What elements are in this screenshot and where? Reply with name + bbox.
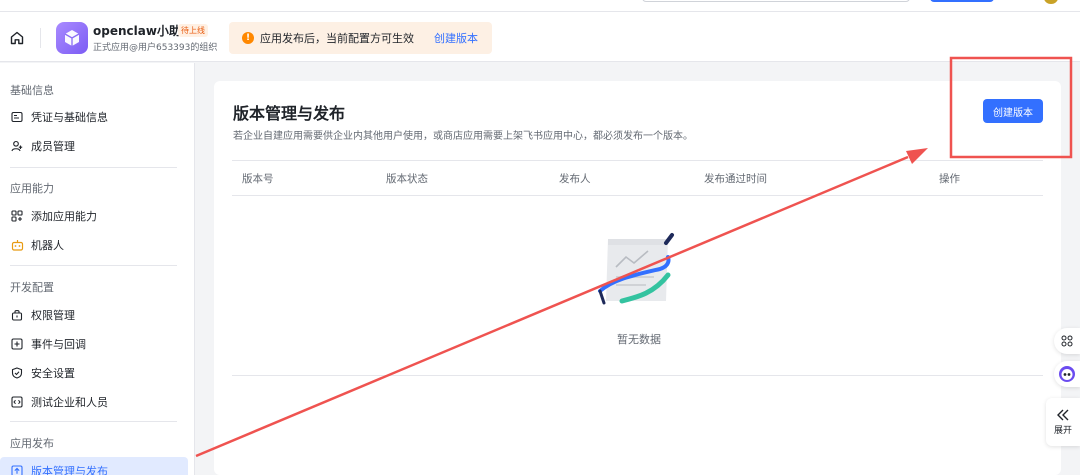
header-divider: [40, 28, 41, 48]
expand-label: 展开: [1053, 425, 1072, 436]
sidebar-divider: [10, 265, 177, 266]
status-badge: 待上线: [178, 24, 208, 37]
upload-icon: [10, 464, 24, 475]
sidebar-item-label: 凭证与基础信息: [31, 111, 108, 124]
member-icon: [10, 139, 24, 153]
event-icon: [10, 337, 24, 351]
sidebar-section-title: 基础信息: [10, 84, 54, 97]
column-header-publisher: 发布人: [559, 173, 591, 185]
sidebar: 基础信息 凭证与基础信息 成员管理 应用能力 添加应用能力 机器人 开发配置 权…: [0, 63, 195, 475]
sidebar-item-label: 测试企业和人员: [31, 396, 108, 409]
sidebar-item-permissions[interactable]: 权限管理: [0, 301, 188, 329]
sidebar-item-members[interactable]: 成员管理: [0, 132, 188, 160]
sidebar-item-label: 权限管理: [31, 309, 75, 322]
app-subtitle: 正式应用@用户653393的组织: [93, 43, 218, 53]
sidebar-item-label: 版本管理与发布: [31, 465, 108, 475]
table-bottom-border: [232, 375, 1043, 376]
table-header-divider: [232, 195, 1043, 196]
top-strip: [0, 0, 1080, 12]
empty-state-text: 暂无数据: [617, 333, 661, 346]
notice-create-version-link[interactable]: 创建版本: [434, 30, 478, 46]
column-header-actions: 操作: [939, 173, 960, 185]
sidebar-item-test-users[interactable]: 测试企业和人员: [0, 388, 188, 416]
create-version-button[interactable]: 创建版本: [983, 99, 1043, 123]
sidebar-section-title: 开发配置: [10, 281, 54, 294]
credential-icon: [10, 110, 24, 124]
notice-banner: ! 应用发布后，当前配置方可生效 创建版本: [229, 22, 492, 54]
top-search-input[interactable]: [642, 0, 910, 2]
sidebar-item-events[interactable]: 事件与回调: [0, 330, 188, 358]
table-top-border: [232, 160, 1043, 161]
sidebar-item-label: 成员管理: [31, 140, 75, 153]
sidebar-item-credentials[interactable]: 凭证与基础信息: [0, 103, 188, 131]
expand-panel-button[interactable]: 展开: [1046, 398, 1080, 446]
sidebar-divider: [10, 421, 177, 422]
shield-icon: [10, 366, 24, 380]
home-icon[interactable]: [7, 28, 27, 48]
notice-text: 应用发布后，当前配置方可生效: [260, 32, 414, 45]
top-primary-button[interactable]: [930, 0, 994, 2]
sidebar-item-label: 安全设置: [31, 367, 75, 380]
sidebar-item-label: 事件与回调: [31, 338, 86, 351]
version-management-card: 版本管理与发布 若企业自建应用需要供企业内其他用户使用，或商店应用需要上架飞书应…: [214, 81, 1061, 475]
sidebar-divider: [10, 167, 177, 168]
page-description: 若企业自建应用需要供企业内其他用户使用，或商店应用需要上架飞书应用中心，都必须发…: [233, 131, 693, 142]
sidebar-item-label: 机器人: [31, 239, 64, 252]
warning-icon: !: [242, 32, 254, 44]
sidebar-item-robot[interactable]: 机器人: [0, 231, 188, 259]
sidebar-item-security[interactable]: 安全设置: [0, 359, 188, 387]
sidebar-item-add-capability[interactable]: 添加应用能力: [0, 202, 188, 230]
empty-state-illustration: [594, 231, 680, 317]
sidebar-item-label: 添加应用能力: [31, 210, 97, 223]
app-logo: [56, 22, 88, 54]
grid-apps-icon[interactable]: [1054, 328, 1080, 354]
column-header-status: 版本状态: [386, 173, 428, 185]
sidebar-item-version-release[interactable]: 版本管理与发布: [0, 457, 188, 475]
app-header: openclaw小助理 待上线 正式应用@用户653393的组织 ! 应用发布后…: [0, 12, 1080, 62]
avatar[interactable]: [1044, 0, 1058, 4]
column-header-version: 版本号: [242, 173, 274, 185]
sidebar-section-title: 应用发布: [10, 437, 54, 450]
assistant-icon[interactable]: [1054, 361, 1080, 387]
page-title: 版本管理与发布: [233, 104, 346, 123]
code-icon: [10, 395, 24, 409]
sidebar-section-title: 应用能力: [10, 182, 54, 195]
column-header-approved-time: 发布通过时间: [704, 173, 767, 185]
lock-icon: [10, 308, 24, 322]
add-capability-icon: [10, 209, 24, 223]
robot-icon: [10, 238, 24, 252]
double-chevron-left-icon: [1057, 409, 1069, 420]
